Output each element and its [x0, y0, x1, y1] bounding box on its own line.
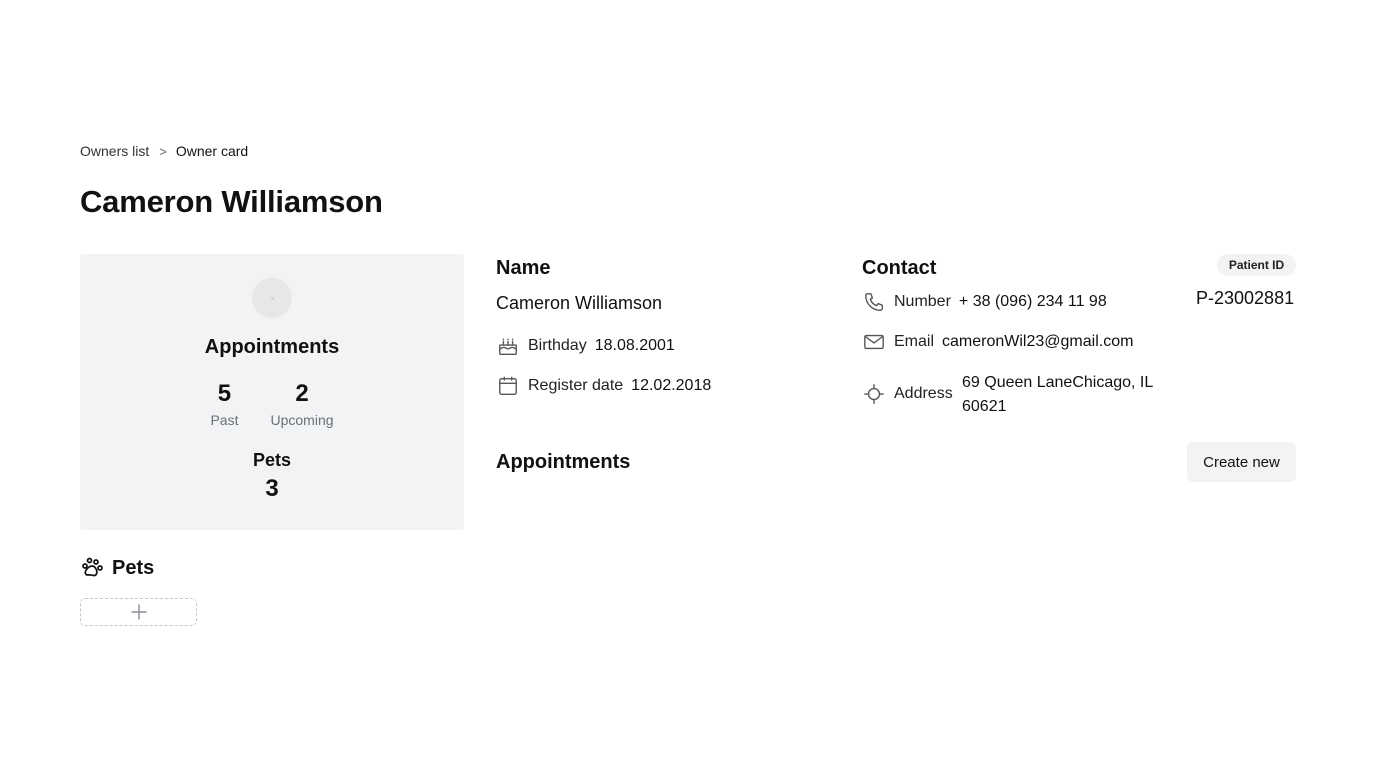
summary-appointments-title: Appointments [204, 336, 340, 358]
number-label: Number [894, 293, 951, 310]
pets-stat: Pets 3 [80, 450, 464, 503]
number-value[interactable]: + 38 (096) 234 11 98 [959, 293, 1107, 311]
owner-name-value: Cameron Williamson [496, 293, 663, 313]
address-row: Address [862, 382, 961, 406]
breadcrumb: Owners list > Owner card [80, 143, 248, 159]
mail-icon [862, 330, 886, 354]
past-label: Past [210, 412, 239, 428]
calendar-icon [496, 374, 520, 398]
location-icon [862, 382, 886, 406]
register-date-value: 12.02.2018 [631, 377, 712, 394]
appointment-stats: 5 Past 2 Upcoming [80, 380, 464, 428]
pets-stat-title: Pets [252, 450, 292, 470]
email-label: Email [894, 333, 935, 350]
patient-id-value: P-23002881 [1196, 288, 1295, 308]
breadcrumb-current: Owner card [175, 143, 249, 159]
page-title: Cameron Williamson [80, 184, 383, 219]
birthday-value: 18.08.2001 [594, 337, 675, 354]
paw-icon [80, 556, 104, 580]
appointments-section-title: Appointments [496, 451, 631, 473]
breadcrumb-owners-list-link[interactable]: Owners list [80, 143, 149, 159]
upcoming-stat: 2 Upcoming [270, 380, 333, 428]
email-row: Email cameronWil23@gmail.com [862, 330, 1133, 354]
address-label: Address [894, 385, 953, 402]
past-stat: 5 Past [210, 380, 238, 428]
email-value[interactable]: cameronWil23@gmail.com [942, 333, 1133, 351]
owner-summary-card: Appointments 5 Past 2 Upcoming Pets 3 [80, 254, 464, 530]
phone-icon [862, 290, 886, 314]
patient-id-badge: Patient ID [1217, 254, 1296, 276]
register-date-row: Register date 12.02.2018 [496, 374, 711, 398]
pets-count: 3 [265, 475, 279, 502]
past-count: 5 [217, 380, 232, 407]
create-new-button[interactable]: Create new [1187, 442, 1296, 482]
avatar [252, 278, 292, 318]
birthday-label: Birthday [528, 337, 587, 354]
address-value: 69 Queen LaneChicago, IL 60621 [962, 374, 1153, 415]
pets-section-header: Pets [80, 556, 154, 580]
plus-icon [130, 603, 148, 621]
register-date-label: Register date [528, 377, 624, 394]
pets-section-title: Pets [112, 556, 155, 579]
name-section-title: Name [496, 257, 551, 279]
contact-section-title: Contact [862, 257, 937, 279]
cake-icon [496, 334, 520, 358]
birthday-row: Birthday 18.08.2001 [496, 334, 675, 358]
add-pet-button[interactable] [80, 598, 197, 626]
phone-row: Number + 38 (096) 234 11 98 [862, 290, 1107, 314]
upcoming-label: Upcoming [270, 412, 334, 428]
breadcrumb-separator: > [159, 143, 167, 159]
upcoming-count: 2 [295, 380, 309, 407]
